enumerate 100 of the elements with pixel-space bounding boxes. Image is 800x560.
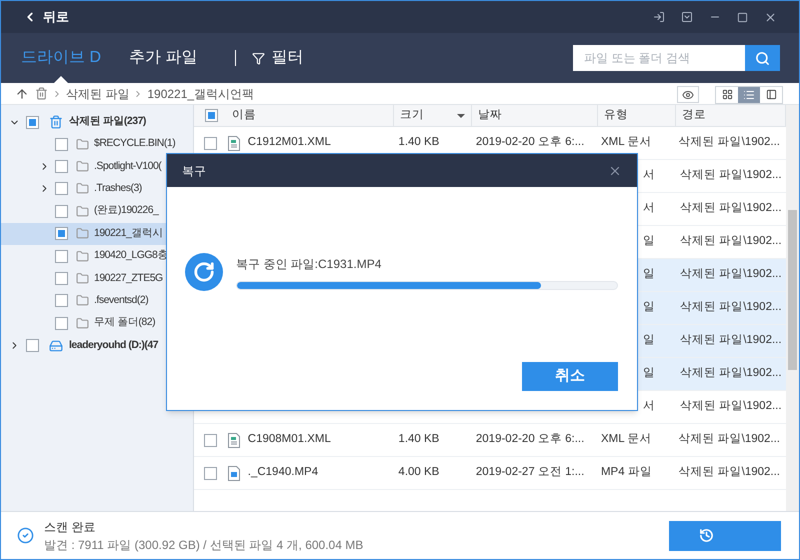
- history-icon: [699, 528, 714, 543]
- checkbox[interactable]: [55, 182, 68, 196]
- folder-icon: [76, 182, 89, 196]
- folder-icon: [76, 227, 89, 240]
- eye-icon: [682, 88, 694, 100]
- folder-label: (완료)190226_: [94, 203, 158, 218]
- table-cell-text: 삭제된 파일\1902...: [679, 399, 783, 414]
- breadcrumb-link[interactable]: 190221_갤럭시언팩: [147, 84, 254, 102]
- filter-icon: [252, 52, 266, 64]
- column-header[interactable]: 유형: [598, 105, 676, 126]
- search-button[interactable]: [745, 45, 780, 71]
- folder-label: 190221_갤럭시: [94, 226, 163, 241]
- table-cell-text: 서: [643, 201, 655, 216]
- folder-label: .fseventsd(2): [94, 293, 148, 308]
- file-icon: [228, 466, 240, 480]
- tree-item[interactable]: 190420_LGG8충: [1, 244, 193, 268]
- status-detail: 발견 : 7911 파일 (300.92 GB) / 선택된 파일 4 개, 600.04 MB: [44, 536, 364, 554]
- scrollbar-thumb[interactable]: [788, 210, 797, 370]
- trash-icon[interactable]: [35, 87, 48, 100]
- dialog-title: 복구: [182, 162, 207, 180]
- table-cell-text: 일: [643, 300, 655, 316]
- preview-button[interactable]: [677, 86, 699, 103]
- column-header[interactable]: 크기: [394, 105, 472, 126]
- table-cell-text: 삭제된 파일\1902...: [679, 267, 783, 282]
- maximize-icon[interactable]: [737, 12, 748, 22]
- table-cell-text: 일: [643, 333, 655, 348]
- folder-icon: [76, 204, 89, 218]
- checkbox[interactable]: [55, 160, 68, 174]
- folder-icon: [76, 272, 89, 286]
- folder-label: .Spotlight-V100(: [94, 158, 162, 174]
- folder-icon: [76, 138, 89, 151]
- checkbox[interactable]: [204, 109, 218, 122]
- checkbox[interactable]: [204, 434, 218, 446]
- folder-icon: [76, 160, 89, 174]
- tree-item[interactable]: .fseventsd(2): [1, 290, 193, 312]
- tree-item[interactable]: leaderyouhd (D:)(47: [1, 334, 193, 357]
- back-button[interactable]: 뒤로: [23, 7, 69, 27]
- tree-item[interactable]: 삭제된 파일(237): [1, 111, 193, 133]
- folder-label: 190420_LGG8충: [94, 248, 168, 264]
- folder-icon: [76, 316, 89, 330]
- table-cell-text: 삭제된 파일\1902...: [679, 234, 783, 250]
- tree-item[interactable]: 무제 폴더(82): [1, 312, 193, 335]
- checkbox[interactable]: [204, 136, 218, 150]
- table-cell-text: MP4 파일: [600, 465, 653, 480]
- checkbox[interactable]: [26, 339, 39, 352]
- folder-icon: [76, 250, 89, 263]
- checkbox[interactable]: [55, 272, 68, 286]
- tree-item[interactable]: $RECYCLE.BIN(1): [1, 133, 193, 156]
- table-cell-text: 삭제된 파일\1902...: [679, 366, 783, 382]
- tree-item[interactable]: (완료)190226_: [1, 200, 193, 223]
- table-cell-text: C1908M01.XML: [248, 432, 331, 448]
- table-cell-text: 일: [643, 267, 655, 282]
- table-cell-text: 서: [643, 168, 655, 184]
- table-cell-text: 1.40 KB: [397, 135, 440, 150]
- dropdown-icon[interactable]: [681, 11, 693, 23]
- sort-caret-icon: [457, 114, 465, 118]
- checkbox[interactable]: [55, 138, 68, 151]
- folder-label: $RECYCLE.BIN(1): [94, 136, 176, 152]
- table-cell-text: XML 문서: [600, 432, 652, 448]
- tree-item[interactable]: 190227_ZTE5G: [1, 267, 193, 290]
- status-title: 스캔 완료: [44, 518, 96, 536]
- checkbox[interactable]: [204, 466, 218, 480]
- table-cell-text: 삭제된 파일\1902...: [677, 465, 781, 480]
- drive-icon: [49, 338, 63, 353]
- checkbox[interactable]: [55, 294, 68, 308]
- checkbox[interactable]: [55, 227, 68, 240]
- tree-item[interactable]: .Trashes(3): [1, 178, 193, 200]
- table-cell-text: 1.40 KB: [397, 432, 440, 448]
- checkbox[interactable]: [55, 204, 68, 218]
- search-field[interactable]: 파일 또는 폴더 검색: [573, 45, 745, 71]
- drive-tab[interactable]: 추가 파일: [129, 33, 198, 83]
- file-icon: [228, 136, 240, 150]
- table-cell-text: 일: [643, 234, 655, 250]
- table-row[interactable]: C1908M01.XML 1.40 KB 2019-02-20 오후 6:... XML 문서 삭제된 파일\1902...: [194, 424, 786, 457]
- trash-icon: [49, 115, 63, 129]
- folder-label: .Trashes(3): [94, 181, 142, 196]
- table-cell-text: XML 문서: [600, 135, 652, 150]
- recover-button[interactable]: [669, 520, 781, 550]
- table-cell-text: 삭제된 파일\1902...: [679, 300, 783, 316]
- table-row[interactable]: ._C1940.MP4 4.00 KB 2019-02-27 오전 1:... MP4 파일 삭제된 파일\1902...: [194, 457, 786, 490]
- file-icon: [228, 432, 240, 448]
- check-circle-icon: [17, 527, 34, 544]
- table-cell-text: 삭제된 파일\1902...: [679, 201, 783, 216]
- checkbox[interactable]: [55, 250, 68, 263]
- table-cell-text: ._C1940.MP4: [248, 465, 318, 480]
- table-cell-text: 삭제된 파일\1902...: [677, 135, 781, 150]
- checkbox[interactable]: [26, 116, 39, 128]
- column-header[interactable]: 날짜: [472, 105, 598, 126]
- column-header[interactable]: 이름: [226, 105, 394, 126]
- table-cell-text: 서: [643, 399, 655, 414]
- folder-icon: [76, 294, 89, 308]
- table-cell-text: 삭제된 파일\1902...: [679, 168, 783, 184]
- close-icon[interactable]: [764, 10, 777, 24]
- table-cell-text: 4.00 KB: [397, 465, 440, 480]
- tree-label: 삭제된 파일(237): [69, 114, 146, 130]
- checkbox[interactable]: [55, 316, 68, 330]
- breadcrumb-link[interactable]: 삭제된 파일: [66, 84, 130, 102]
- sign-in-icon[interactable]: [653, 11, 665, 23]
- search-icon: [755, 50, 770, 66]
- filter-button[interactable]: 필터: [252, 46, 304, 70]
